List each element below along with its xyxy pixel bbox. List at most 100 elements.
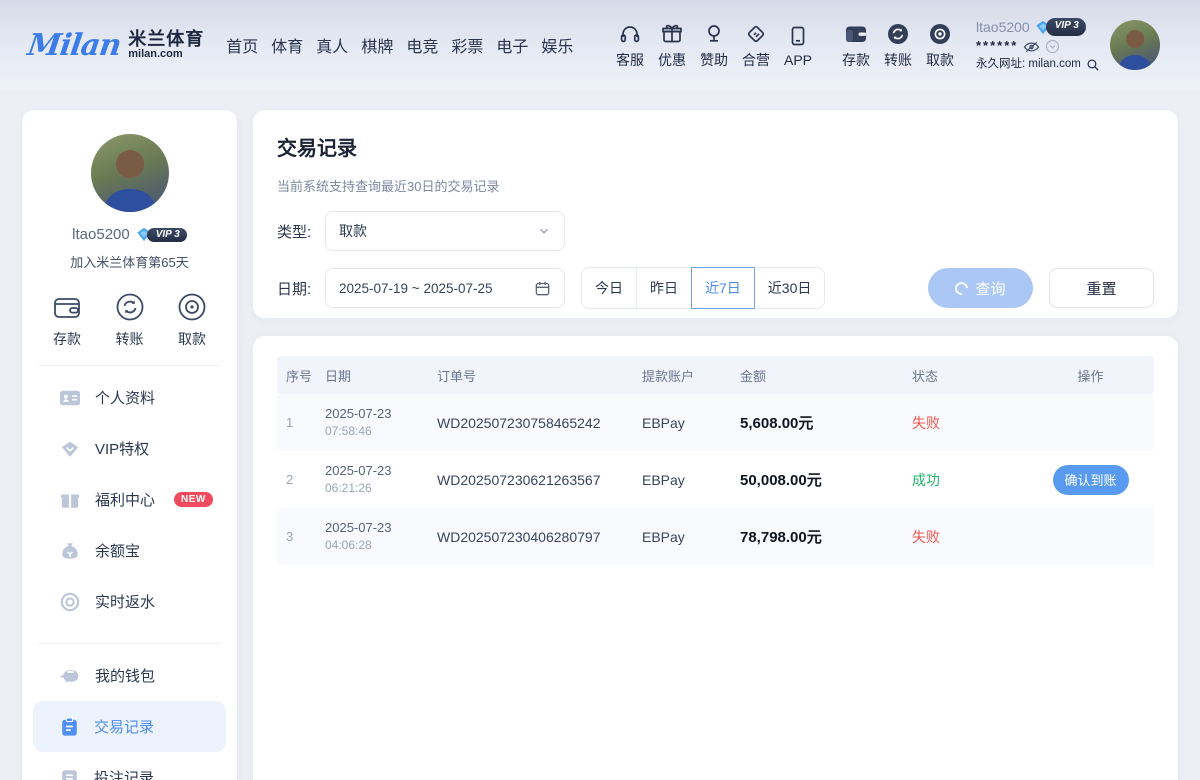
row-date: 2025-07-23 04:06:28: [325, 519, 437, 554]
header-action-app[interactable]: APP: [778, 23, 818, 68]
page-subtitle: 当前系统支持查询最近30日的交易记录: [277, 176, 1154, 195]
brand-logo[interactable]: Milan 米兰体育 milan.com: [28, 28, 204, 63]
header-action-promo[interactable]: 优惠: [652, 21, 692, 70]
quick-deposit[interactable]: 存款: [50, 291, 84, 349]
col-seq: 序号: [277, 366, 325, 385]
type-select[interactable]: 取款: [325, 211, 565, 251]
permanent-url: 永久网址: milan.com: [976, 56, 1081, 73]
range-30days-button[interactable]: 近30日: [754, 267, 826, 309]
tag-icon: [744, 21, 768, 46]
nav-item-lottery[interactable]: 彩票: [451, 33, 483, 57]
transaction-doc-icon: [60, 717, 79, 737]
sidebar-username: ltao5200: [72, 226, 130, 243]
header-action-label: 合营: [742, 50, 770, 70]
transfer-icon: [886, 21, 910, 46]
header-transfer[interactable]: 转账: [878, 21, 918, 70]
quick-transfer[interactable]: 转账: [113, 291, 147, 349]
nav-item-entertainment[interactable]: 娱乐: [541, 33, 573, 57]
sidebar-item-yuebao[interactable]: 余额宝: [22, 525, 237, 576]
row-account: EBPay: [642, 415, 740, 431]
sidebar-avatar[interactable]: [91, 134, 169, 212]
table-row: 3 2025-07-23 04:06:28 WD2025072304062807…: [277, 508, 1154, 565]
row-date-time: 07:58:46: [325, 423, 437, 440]
sidebar-item-vip[interactable]: VIP特权: [22, 423, 237, 474]
nav-item-esports[interactable]: 电竞: [406, 33, 438, 57]
row-account: EBPay: [642, 472, 740, 488]
nav-item-live[interactable]: 真人: [316, 33, 348, 57]
sidebar-item-benefits[interactable]: 福利中心 NEW: [22, 474, 237, 525]
piggy-bank-icon: [60, 667, 80, 685]
header-deposit[interactable]: 存款: [836, 21, 876, 70]
search-button[interactable]: 查询: [928, 268, 1033, 308]
vip-gem-icon: [60, 440, 80, 458]
sidebar-item-label: 余额宝: [95, 540, 140, 561]
vip-badge: VIP 3: [136, 227, 187, 242]
transfer-outline-icon: [113, 291, 147, 323]
range-7days-button[interactable]: 近7日: [691, 267, 755, 309]
calendar-icon: [534, 280, 551, 297]
col-date: 日期: [325, 366, 437, 385]
sidebar-item-bets[interactable]: 投注记录: [22, 752, 237, 780]
sidebar: ltao5200 VIP 3 加入米兰体育第65天 存款: [22, 110, 237, 780]
balance-masked: ******: [976, 37, 1018, 56]
header-action-label: 客服: [616, 50, 644, 70]
confirm-receipt-button[interactable]: 确认到账: [1053, 465, 1129, 495]
date-filter-row: 日期: 2025-07-19 ~ 2025-07-25 今日 昨日 近7日 近3…: [277, 267, 1154, 309]
username[interactable]: ltao5200: [976, 17, 1030, 37]
date-range-input[interactable]: 2025-07-19 ~ 2025-07-25: [325, 268, 565, 308]
row-order-no: WD202507230406280797: [437, 529, 642, 545]
sidebar-item-rebate[interactable]: 实时返水: [22, 576, 237, 627]
filters-card: 交易记录 当前系统支持查询最近30日的交易记录 类型: 取款 日期: 2025-…: [253, 110, 1178, 318]
eye-slash-icon[interactable]: [1023, 40, 1040, 54]
reset-button-label: 重置: [1086, 278, 1116, 299]
user-info: ltao5200 VIP 3 ******: [976, 17, 1098, 73]
user-avatar[interactable]: [1110, 20, 1160, 70]
row-account: EBPay: [642, 529, 740, 545]
type-filter-row: 类型: 取款: [277, 211, 1154, 251]
row-date-day: 2025-07-23: [325, 519, 437, 537]
row-amount: 78,798.00元: [740, 526, 912, 547]
magnifier-icon[interactable]: [1086, 58, 1100, 72]
chevron-circle-icon[interactable]: [1045, 39, 1060, 54]
range-today-button[interactable]: 今日: [581, 267, 637, 309]
page-title: 交易记录: [277, 132, 1154, 161]
header-action-sponsor[interactable]: 赞助: [694, 21, 734, 70]
avatar-photo: [1110, 20, 1160, 70]
new-badge: NEW: [174, 492, 213, 507]
nav-item-sports[interactable]: 体育: [271, 33, 303, 57]
wallet-action-label: 存款: [842, 50, 870, 70]
divider: [38, 643, 221, 644]
date-range-value: 2025-07-19 ~ 2025-07-25: [339, 281, 493, 296]
gift-icon: [660, 21, 684, 46]
divider: [38, 365, 221, 366]
id-card-icon: [60, 389, 80, 407]
row-date: 2025-07-23 06:21:26: [325, 462, 437, 497]
quick-action-label: 取款: [178, 329, 206, 349]
nav-item-chess[interactable]: 棋牌: [361, 33, 393, 57]
table-row: 1 2025-07-23 07:58:46 WD2025072307584652…: [277, 394, 1154, 451]
trophy-icon: [702, 21, 726, 46]
header-action-affiliate[interactable]: 合营: [736, 21, 776, 70]
header-action-label: 赞助: [700, 50, 728, 70]
nav-item-slots[interactable]: 电子: [496, 33, 528, 57]
withdraw-outline-icon: [175, 291, 209, 323]
header-action-service[interactable]: 客服: [610, 21, 650, 70]
nav-item-home[interactable]: 首页: [226, 33, 258, 57]
reset-button[interactable]: 重置: [1049, 268, 1154, 308]
search-button-label: 查询: [975, 278, 1005, 299]
wallet-icon: [843, 21, 869, 46]
row-status: 失败: [912, 413, 1027, 433]
brand-logo-cn: 米兰体育: [128, 30, 204, 49]
sidebar-item-profile[interactable]: 个人资料: [22, 372, 237, 423]
vip-level-label: VIP 3: [1046, 18, 1086, 36]
brand-logo-script: Milan: [26, 28, 123, 63]
vip-level-label: VIP 3: [147, 228, 187, 242]
range-yesterday-button[interactable]: 昨日: [636, 267, 692, 309]
sidebar-item-transactions[interactable]: 交易记录: [33, 701, 226, 752]
row-order-no: WD202507230621263567: [437, 472, 642, 488]
sidebar-item-my-wallet[interactable]: 我的钱包: [22, 650, 237, 701]
header-withdraw[interactable]: 取款: [920, 21, 960, 70]
date-label: 日期:: [277, 278, 325, 299]
quick-action-label: 转账: [116, 329, 144, 349]
quick-withdraw[interactable]: 取款: [175, 291, 209, 349]
